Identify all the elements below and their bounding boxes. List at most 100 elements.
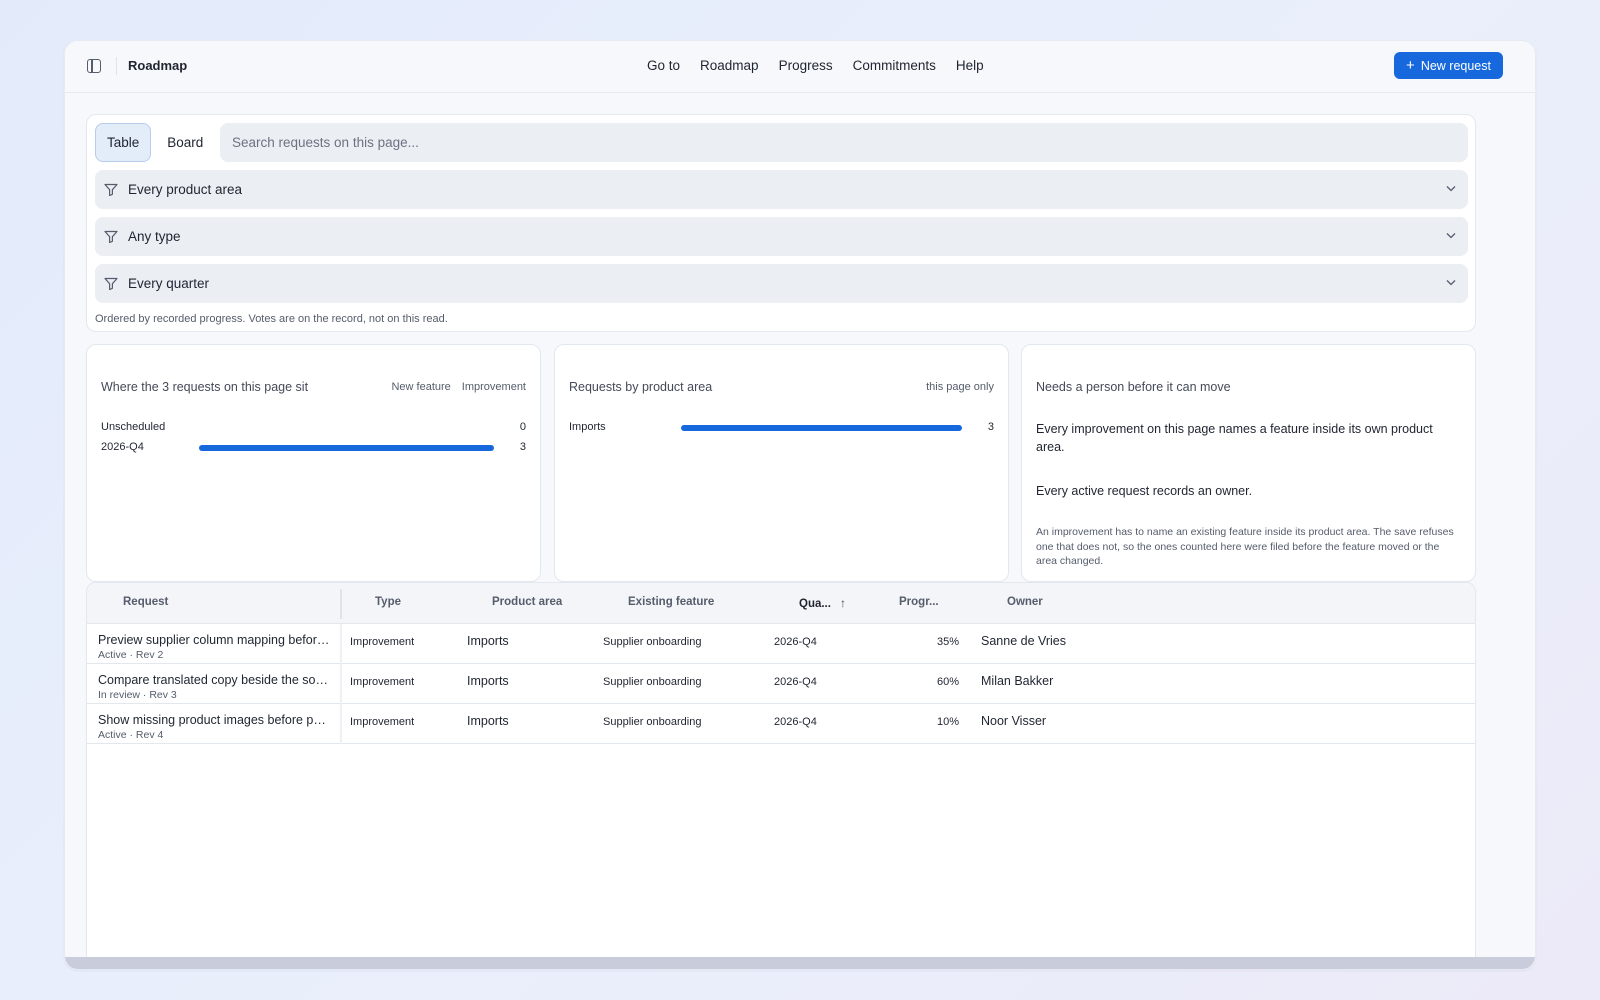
quarter-row: Unscheduled 0 bbox=[101, 421, 526, 435]
header-divider bbox=[116, 57, 117, 75]
funnel-icon bbox=[104, 183, 118, 196]
row-divider bbox=[340, 624, 342, 664]
sidebar-toggle-icon[interactable] bbox=[87, 59, 101, 73]
col-product-area[interactable]: Product area bbox=[492, 596, 562, 608]
funnel-icon bbox=[104, 230, 118, 243]
column-resize-handle[interactable] bbox=[340, 589, 342, 619]
bar-label: 2026-Q4 bbox=[101, 441, 144, 453]
chevron-down-icon bbox=[1446, 233, 1456, 239]
chevron-down-icon bbox=[1446, 280, 1456, 286]
bar-fill bbox=[681, 425, 962, 431]
cell-feature: Supplier onboarding bbox=[603, 636, 702, 648]
cell-area: Imports bbox=[467, 714, 509, 728]
cell-owner: Sanne de Vries bbox=[981, 634, 1067, 648]
needs-attention-card: Needs a person before it can move Every … bbox=[1021, 344, 1476, 582]
nav-commitments[interactable]: Commitments bbox=[853, 58, 936, 73]
product-area-value: Every product area bbox=[128, 182, 243, 197]
bar-label: Unscheduled bbox=[101, 421, 166, 433]
tab-table[interactable]: Table bbox=[95, 123, 152, 162]
bar-count: 3 bbox=[987, 421, 994, 433]
notice-item: Every improvement on this page names a f… bbox=[1036, 422, 1433, 454]
bar-track bbox=[199, 425, 494, 431]
card-title: Requests by product area bbox=[569, 380, 713, 394]
plus-icon: + bbox=[1406, 57, 1415, 74]
row-divider bbox=[340, 664, 342, 704]
type-select[interactable]: Any type bbox=[95, 217, 1468, 256]
bar-count: 0 bbox=[519, 421, 526, 433]
card-scope: this page only bbox=[926, 381, 994, 393]
area-row: Imports 3 bbox=[569, 421, 994, 435]
cell-quarter: 2026-Q4 bbox=[774, 676, 817, 688]
cell-area: Imports bbox=[467, 674, 509, 688]
cell-quarter: 2026-Q4 bbox=[774, 636, 817, 648]
funnel-icon bbox=[104, 277, 118, 290]
request-title: Show missing product images before publi… bbox=[98, 713, 330, 727]
request-status: Active · Rev 2 bbox=[98, 649, 164, 661]
view-toggle: Table Board bbox=[95, 123, 215, 162]
card-legend: New feature Improvement bbox=[391, 381, 526, 393]
col-progress[interactable]: Progr... bbox=[899, 596, 939, 608]
cell-owner: Milan Bakker bbox=[981, 674, 1054, 688]
nav-go-to[interactable]: Go to bbox=[647, 58, 680, 73]
sort-ascending-icon: ↑ bbox=[839, 596, 846, 610]
ordering-note: Ordered by recorded progress. Votes are … bbox=[95, 313, 448, 325]
table-row[interactable]: Compare translated copy beside the sourc… bbox=[87, 664, 1475, 704]
request-title: Preview supplier column mapping before i… bbox=[98, 633, 330, 647]
top-header: Roadmap Go to Roadmap Progress Commitmen… bbox=[65, 41, 1535, 93]
bar-fill bbox=[199, 445, 494, 451]
nav-roadmap[interactable]: Roadmap bbox=[700, 58, 759, 73]
col-quarter[interactable]: Qua... ↑ bbox=[799, 596, 846, 610]
table-row[interactable]: Preview supplier column mapping before i… bbox=[87, 624, 1475, 664]
search-input[interactable] bbox=[220, 123, 1468, 162]
request-status: Active · Rev 4 bbox=[98, 729, 164, 741]
nav-help[interactable]: Help bbox=[956, 58, 984, 73]
cell-type: Improvement bbox=[350, 676, 415, 688]
new-request-button[interactable]: + New request bbox=[1394, 52, 1503, 79]
requests-table: Request Type Product area Existing featu… bbox=[86, 582, 1476, 962]
card-title: Needs a person before it can move bbox=[1036, 380, 1231, 394]
legend-new-feature: New feature bbox=[391, 381, 451, 393]
legend-improvement: Improvement bbox=[461, 381, 526, 393]
cell-feature: Supplier onboarding bbox=[603, 676, 702, 688]
new-request-label: New request bbox=[1420, 58, 1491, 73]
cell-progress: 60% bbox=[936, 676, 959, 688]
col-existing-feature[interactable]: Existing feature bbox=[628, 596, 714, 608]
cell-quarter: 2026-Q4 bbox=[774, 716, 817, 728]
notice-footnote: An improvement has to name an existing f… bbox=[1036, 526, 1454, 567]
notice-item: Every active request records an owner. bbox=[1036, 484, 1253, 498]
cell-area: Imports bbox=[467, 634, 509, 648]
card-title: Where the 3 requests on this page sit bbox=[101, 380, 309, 394]
table-row[interactable]: Show missing product images before publi… bbox=[87, 704, 1475, 744]
product-area-card: Requests by product area this page only … bbox=[554, 344, 1009, 582]
scope-label: this page only bbox=[926, 381, 994, 393]
cell-feature: Supplier onboarding bbox=[603, 716, 702, 728]
bar-count: 3 bbox=[519, 441, 526, 453]
product-area-select[interactable]: Every product area bbox=[95, 170, 1468, 209]
cell-progress: 35% bbox=[936, 636, 959, 648]
quarter-value: Every quarter bbox=[128, 276, 210, 291]
cell-type: Improvement bbox=[350, 716, 415, 728]
main-nav: Go to Roadmap Progress Commitments Help bbox=[647, 58, 984, 73]
quarter-row: 2026-Q4 3 bbox=[101, 441, 526, 455]
bar-track bbox=[199, 445, 494, 451]
table-header: Request Type Product area Existing featu… bbox=[87, 583, 1475, 624]
tab-board[interactable]: Board bbox=[155, 123, 215, 162]
row-divider bbox=[340, 704, 342, 744]
bar-track bbox=[681, 425, 962, 431]
col-request[interactable]: Request bbox=[123, 596, 168, 608]
chevron-down-icon bbox=[1446, 186, 1456, 192]
cell-type: Improvement bbox=[350, 636, 415, 648]
quarter-select[interactable]: Every quarter bbox=[95, 264, 1468, 303]
type-value: Any type bbox=[128, 229, 181, 244]
filter-panel: Table Board Every product area Any type … bbox=[86, 114, 1476, 332]
nav-progress[interactable]: Progress bbox=[779, 58, 833, 73]
col-owner[interactable]: Owner bbox=[1007, 596, 1043, 608]
col-quarter-label: Qua... bbox=[799, 598, 831, 610]
col-type[interactable]: Type bbox=[375, 596, 401, 608]
app-title: Roadmap bbox=[128, 58, 188, 73]
bar-label: Imports bbox=[569, 421, 606, 433]
request-title: Compare translated copy beside the sourc… bbox=[98, 673, 330, 687]
request-status: In review · Rev 3 bbox=[98, 689, 177, 701]
cell-progress: 10% bbox=[936, 716, 959, 728]
cell-owner: Noor Visser bbox=[981, 714, 1047, 728]
